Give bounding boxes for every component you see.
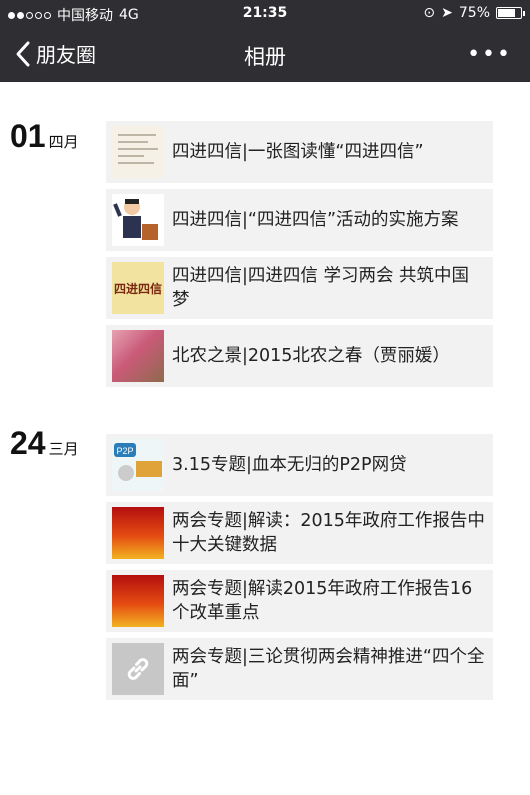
p2p-thumbnail: P2P	[112, 439, 164, 491]
date-label: 01 四月	[10, 118, 79, 155]
banner-text: 四进四信	[113, 281, 162, 296]
rotation-lock-icon: ⊙	[423, 5, 436, 21]
article-item[interactable]: 四进四信|一张图读懂“四进四信”	[106, 121, 493, 183]
more-button[interactable]: •••	[467, 42, 512, 67]
article-item[interactable]: 四进四信 四进四信|四进四信 学习两会 共筑中国梦	[106, 257, 493, 319]
date-month: 三月	[48, 440, 79, 458]
article-list: P2P 3.15专题|血本无归的P2P网贷 两会专题|解读：2015年政府工作报…	[106, 434, 493, 706]
article-title: 四进四信|四进四信 学习两会 共筑中国梦	[172, 266, 470, 310]
flower-photo-thumbnail	[112, 330, 164, 382]
article-title: 四进四信|一张图读懂“四进四信”	[172, 142, 424, 162]
article-item[interactable]: P2P 3.15专题|血本无归的P2P网贷	[106, 434, 493, 496]
page-title: 相册	[244, 45, 286, 69]
article-item[interactable]: 两会专题|解读：2015年政府工作报告中十大关键数据	[106, 502, 493, 564]
article-list: 四进四信|一张图读懂“四进四信” 四进四信|“四进四信”活动的实施方案 四进四信…	[106, 121, 493, 393]
battery-percent: 75%	[458, 5, 490, 21]
article-title: 两会专题|解读2015年政府工作报告16个改革重点	[172, 579, 473, 623]
article-title: 两会专题|解读：2015年政府工作报告中十大关键数据	[172, 511, 485, 555]
location-icon: ➤	[441, 5, 453, 21]
link-icon	[112, 643, 164, 695]
article-item[interactable]: 北农之景|2015北农之春（贾丽媛）	[106, 325, 493, 387]
article-title: 两会专题|三论贯彻两会精神推进“四个全面”	[172, 647, 485, 691]
nav-bar: 朋友圈 相册 •••	[0, 28, 530, 82]
cartoon-speaker-thumbnail	[112, 194, 164, 246]
date-day: 01	[10, 118, 46, 154]
battery-icon	[496, 7, 525, 19]
banner-thumbnail: 四进四信	[112, 262, 164, 314]
status-bar: 中国移动 4G 21:35 ⊙ ➤ 75%	[0, 0, 530, 28]
article-item[interactable]: 两会专题|三论贯彻两会精神推进“四个全面”	[106, 638, 493, 700]
red-banner-thumbnail	[112, 575, 164, 627]
article-title: 四进四信|“四进四信”活动的实施方案	[172, 210, 459, 230]
red-banner-thumbnail	[112, 507, 164, 559]
status-right: ⊙ ➤ 75%	[423, 5, 525, 21]
article-title: 北农之景|2015北农之春（贾丽媛）	[172, 346, 450, 366]
date-day: 24	[10, 425, 46, 461]
date-label: 24 三月	[10, 425, 79, 462]
article-item[interactable]: 四进四信|“四进四信”活动的实施方案	[106, 189, 493, 251]
article-item[interactable]: 两会专题|解读2015年政府工作报告16个改革重点	[106, 570, 493, 632]
date-month: 四月	[48, 133, 79, 151]
document-thumbnail	[112, 126, 164, 178]
article-title: 3.15专题|血本无归的P2P网贷	[172, 455, 407, 475]
p2p-label: P2P	[116, 446, 133, 456]
